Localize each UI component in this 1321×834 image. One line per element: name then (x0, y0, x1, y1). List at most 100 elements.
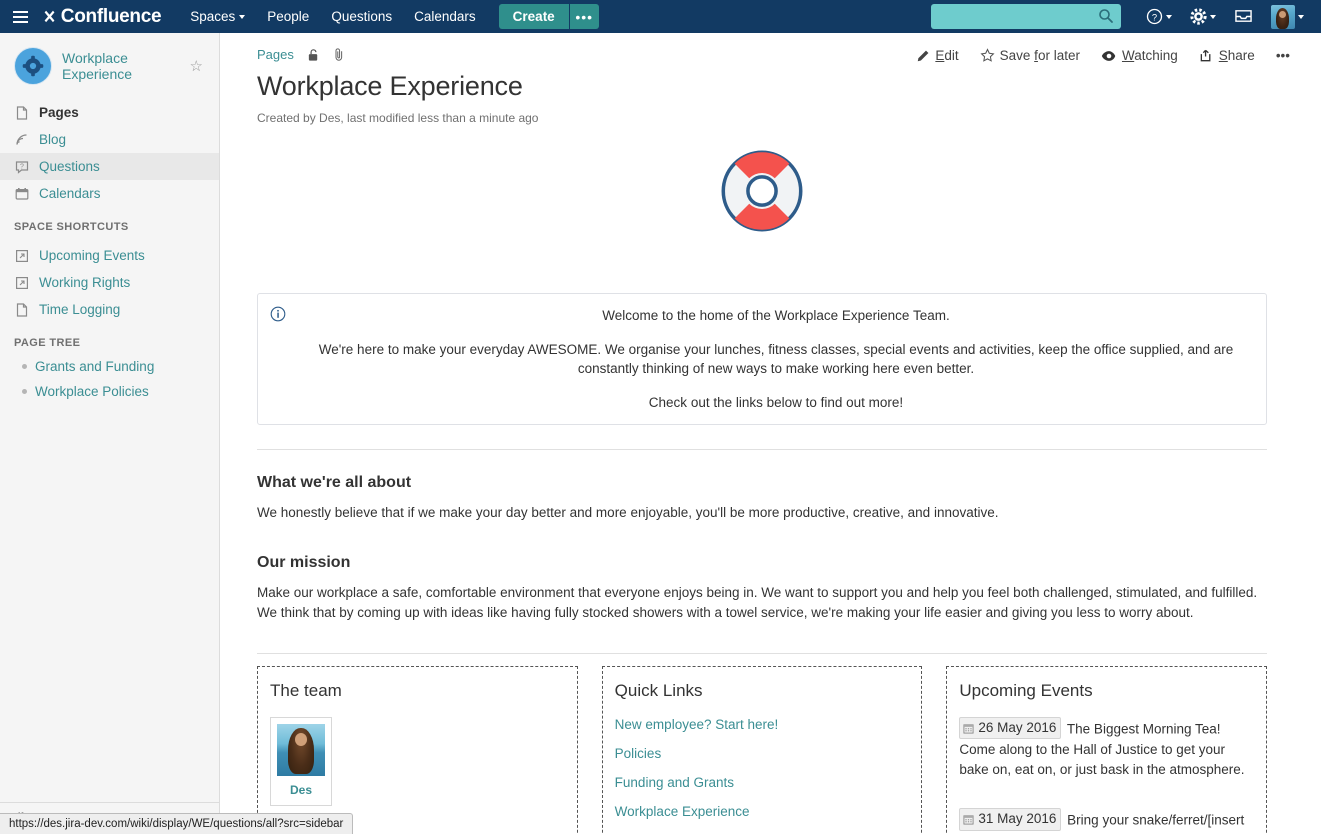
section-body-what-we-are-about: We honestly believe that if we make your… (257, 503, 1267, 523)
sidebar-item-pages[interactable]: Pages (0, 99, 219, 126)
sidebar-shortcut-time-logging[interactable]: Time Logging (0, 296, 219, 323)
hamburger-icon[interactable] (0, 0, 40, 33)
sidebar-shortcut-label: Upcoming Events (39, 248, 145, 263)
nav-item-calendars[interactable]: Calendars (403, 0, 487, 33)
external-link-icon (14, 275, 30, 291)
page-tree-item-workplace-policies[interactable]: Workplace Policies (0, 379, 219, 404)
sidebar-shortcut-upcoming-events[interactable]: Upcoming Events (0, 242, 219, 269)
life-preserver-icon (257, 147, 1267, 247)
quick-link-funding-and-grants[interactable]: Funding and Grants (615, 775, 910, 790)
page-title: Workplace Experience (257, 71, 1321, 102)
sidebar-heading-page-tree: PAGE TREE (0, 323, 219, 354)
star-outline-icon (980, 48, 995, 63)
share-button[interactable]: Share (1190, 44, 1264, 67)
team-member-card[interactable]: Des (270, 717, 332, 806)
eye-icon (1101, 49, 1117, 63)
space-logo-icon[interactable] (14, 47, 52, 85)
event-date-chip[interactable]: 26 May 2016 (959, 717, 1061, 739)
sidebar-item-calendars[interactable]: Calendars (0, 180, 219, 207)
sidebar-shortcut-label: Working Rights (39, 275, 130, 290)
blog-rss-icon (14, 132, 30, 148)
column-the-team: The team Des (257, 666, 578, 834)
info-panel: Welcome to the home of the Workplace Exp… (257, 293, 1267, 425)
search-input[interactable] (931, 4, 1121, 29)
help-button[interactable]: ? (1137, 0, 1181, 33)
confluence-logo[interactable]: ✕ Confluence (42, 6, 161, 28)
breadcrumb-link-pages[interactable]: Pages (257, 47, 294, 62)
svg-text:?: ? (20, 163, 24, 170)
bullet-icon (22, 364, 27, 369)
watching-button[interactable]: Watching (1092, 44, 1187, 67)
section-body-our-mission: Make our workplace a safe, comfortable e… (257, 583, 1267, 624)
share-icon (1199, 48, 1214, 63)
create-more-button[interactable]: ••• (569, 4, 599, 29)
share-accesskey: S (1219, 48, 1228, 63)
team-member-name[interactable]: Des (277, 783, 325, 797)
page-tree-item-grants-and-funding[interactable]: Grants and Funding (0, 354, 219, 379)
save-accesskey: f (1034, 48, 1038, 63)
event-item: 26 May 2016 The Biggest Morning Tea! Com… (959, 717, 1254, 780)
nav-item-people[interactable]: People (256, 0, 320, 33)
chevron-down-icon (1210, 15, 1216, 19)
calendar-small-icon (963, 814, 974, 825)
page-metadata: Created by Des, last modified less than … (257, 111, 1321, 125)
edit-label-rest: dit (944, 48, 958, 63)
sidebar-item-blog[interactable]: Blog (0, 126, 219, 153)
more-actions-button[interactable]: ••• (1267, 44, 1299, 67)
sidebar-label-calendars: Calendars (39, 186, 101, 201)
section-heading-our-mission: Our mission (257, 554, 1267, 572)
chevron-down-icon (1298, 15, 1304, 19)
column-heading-upcoming-events: Upcoming Events (959, 681, 1254, 701)
sidebar-label-questions: Questions (39, 159, 100, 174)
calendar-icon (14, 186, 30, 202)
profile-photo (277, 724, 325, 776)
notifications-button[interactable] (1225, 0, 1262, 33)
bullet-icon (22, 389, 27, 394)
pages-icon (14, 105, 30, 121)
avatar (1271, 5, 1295, 29)
nav-item-questions[interactable]: Questions (320, 0, 403, 33)
chevron-down-icon (1166, 15, 1172, 19)
three-column-layout: The team Des Quick Links New employee? S… (257, 666, 1267, 834)
inbox-icon (1234, 8, 1253, 25)
save-for-later-button[interactable]: Save for later (971, 44, 1089, 67)
top-nav-right-group: ? (931, 0, 1321, 33)
profile-menu-button[interactable] (1262, 0, 1313, 33)
confluence-wordmark: Confluence (61, 6, 161, 28)
event-item: 31 May 2016 Bring your snake/ferret/[ins… (959, 808, 1254, 834)
info-paragraph-2: We're here to make your everyday AWESOME… (304, 340, 1248, 379)
watching-label: Watching (1122, 48, 1178, 63)
unlocked-padlock-icon[interactable] (307, 48, 320, 62)
watching-accesskey: W (1122, 48, 1134, 63)
event-date-label: 31 May 2016 (978, 809, 1056, 829)
edit-button[interactable]: Edit (907, 44, 967, 67)
share-label: Share (1219, 48, 1255, 63)
svg-text:?: ? (1152, 12, 1157, 23)
sidebar-shortcut-working-rights[interactable]: Working Rights (0, 269, 219, 296)
quick-link-new-employee[interactable]: New employee? Start here! (615, 717, 910, 732)
quick-link-workplace-experience[interactable]: Workplace Experience (615, 804, 910, 819)
question-circle-icon: ? (1146, 8, 1163, 25)
settings-button[interactable] (1181, 0, 1225, 33)
quick-link-policies[interactable]: Policies (615, 746, 910, 761)
column-upcoming-events: Upcoming Events 26 May 2016 (946, 666, 1267, 834)
column-quick-links: Quick Links New employee? Start here! Po… (602, 666, 923, 834)
page-tree-label: Workplace Policies (35, 384, 149, 399)
sidebar-item-questions[interactable]: ? Questions (0, 153, 219, 180)
pencil-icon (916, 49, 930, 63)
nav-item-spaces[interactable]: Spaces (179, 0, 256, 33)
space-name-link[interactable]: Workplace Experience (62, 50, 180, 82)
create-button[interactable]: Create (499, 4, 569, 29)
page-icon (14, 302, 30, 318)
space-sidebar: Workplace Experience ☆ Pages Blog (0, 33, 220, 834)
page-actions-toolbar: Edit Save for later Watching Share ••• (907, 44, 1299, 67)
paperclip-icon[interactable] (333, 47, 345, 62)
event-date-chip[interactable]: 31 May 2016 (959, 808, 1061, 830)
gear-icon (1190, 8, 1207, 25)
chevron-down-icon (239, 15, 245, 19)
sidebar-shortcut-label: Time Logging (39, 302, 120, 317)
event-date-label: 26 May 2016 (978, 718, 1056, 738)
star-outline-icon[interactable]: ☆ (190, 57, 209, 75)
info-paragraph-1: Welcome to the home of the Workplace Exp… (304, 306, 1248, 326)
space-header: Workplace Experience ☆ (0, 33, 219, 95)
